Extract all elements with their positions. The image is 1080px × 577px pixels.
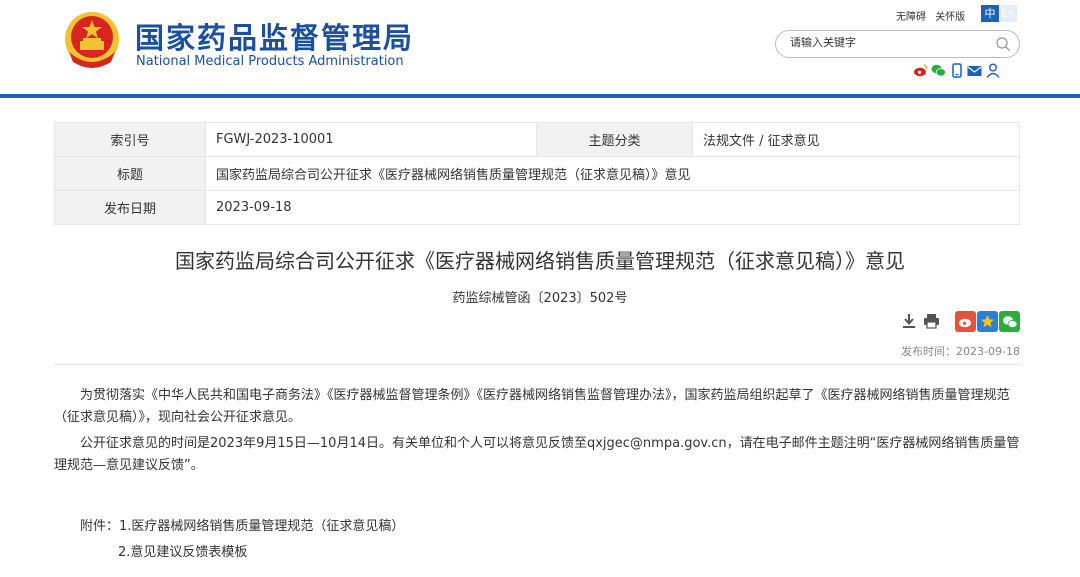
accessibility-link[interactable]: 无障碍 <box>896 12 926 23</box>
paragraph-2: 公开征求意见的时间是2023年9月15日—10月14日。有关单位和个人可以将意见… <box>54 436 1020 473</box>
language-switch: 中 En <box>981 5 1017 22</box>
attachment-link-2[interactable]: 2.意见建议反馈表模板 <box>118 545 247 560</box>
share-qzone-icon[interactable] <box>977 311 998 332</box>
mail-icon[interactable] <box>967 63 982 78</box>
content-divider <box>54 364 1020 365</box>
mobile-icon[interactable] <box>949 63 964 78</box>
date-label: 发布日期 <box>54 190 206 225</box>
article-tools <box>900 312 940 330</box>
site-title-en[interactable]: National Medical Products Administration <box>136 54 404 69</box>
category-value: 法规文件 / 征求意见 <box>692 122 1020 157</box>
attachments-label: 附件： <box>80 519 120 534</box>
meta-row-date: 发布日期 2023-09-18 <box>54 190 1020 225</box>
national-emblem-logo <box>65 12 119 68</box>
publish-time: 发布时间：2023-09-18 <box>901 345 1020 358</box>
title-label: 标题 <box>54 156 206 191</box>
attachments: 附件：1.医疗器械网络销售质量管理规范（征求意见稿） 2.意见建议反馈表模板 <box>80 514 404 566</box>
document-number: 药监综械管函〔2023〕502号 <box>452 291 628 306</box>
site-header: 国家药品监督管理局 National Medical Products Admi… <box>0 0 1080 94</box>
user-icon[interactable] <box>985 63 1000 78</box>
lang-en-button[interactable]: En <box>999 5 1017 22</box>
print-icon[interactable] <box>922 312 940 330</box>
article-title: 国家药监局综合司公开征求《医疗器械网络销售质量管理规范（征求意见稿）》意见 <box>175 249 905 273</box>
document-meta-table: 索引号 FGWJ-2023-10001 主题分类 法规文件 / 征求意见 标题 … <box>54 122 1020 225</box>
date-value: 2023-09-18 <box>205 190 1020 225</box>
share-buttons <box>955 311 1020 332</box>
social-links <box>913 63 1000 78</box>
search-input[interactable] <box>790 37 990 49</box>
meta-row-title: 标题 国家药监局综合司公开征求《医疗器械网络销售质量管理规范（征求意见稿）》意见 <box>54 156 1020 191</box>
attachment-link-1[interactable]: 1.医疗器械网络销售质量管理规范（征求意见稿） <box>119 519 404 534</box>
care-mode-link[interactable]: 关怀版 <box>935 12 965 23</box>
search-box <box>775 30 1020 58</box>
title-value: 国家药监局综合司公开征求《医疗器械网络销售质量管理规范（征求意见稿）》意见 <box>205 156 1020 191</box>
paragraph-1: 为贯彻落实《中华人民共和国电子商务法》《医疗器械监督管理条例》《医疗器械网络销售… <box>54 388 1010 425</box>
category-label: 主题分类 <box>536 122 693 157</box>
index-value: FGWJ-2023-10001 <box>205 122 537 157</box>
share-weibo-icon[interactable] <box>955 311 976 332</box>
lang-cn-button[interactable]: 中 <box>981 5 999 22</box>
article-body: 为贯彻落实《中华人民共和国电子商务法》《医疗器械监督管理条例》《医疗器械网络销售… <box>54 385 1022 481</box>
wechat-icon[interactable] <box>931 63 946 78</box>
top-links: 无障碍 关怀版 <box>896 8 971 23</box>
header-divider-bar <box>0 94 1080 98</box>
meta-row-index: 索引号 FGWJ-2023-10001 主题分类 法规文件 / 征求意见 <box>54 122 1020 157</box>
download-icon[interactable] <box>900 312 918 330</box>
index-label: 索引号 <box>54 122 206 157</box>
weibo-icon[interactable] <box>913 63 928 78</box>
site-title-cn[interactable]: 国家药品监督管理局 <box>135 15 414 57</box>
search-icon[interactable] <box>995 36 1011 52</box>
share-wechat-icon[interactable] <box>999 311 1020 332</box>
